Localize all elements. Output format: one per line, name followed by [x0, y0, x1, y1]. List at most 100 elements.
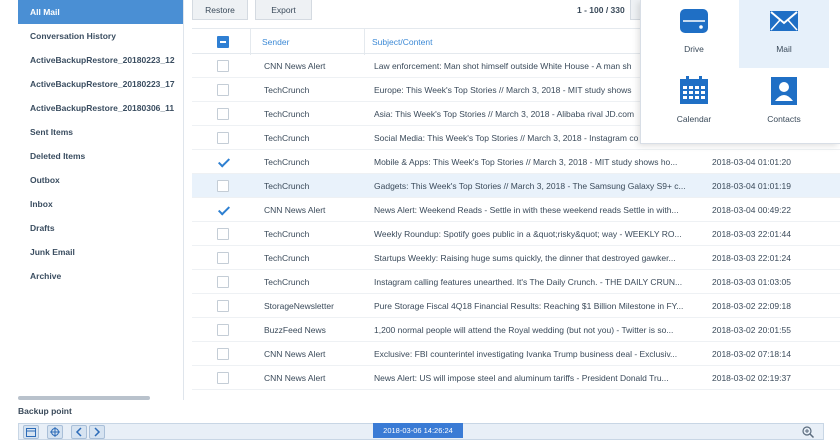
row-checkbox[interactable]	[217, 60, 229, 72]
date-cell: 2018-03-02 02:19:37	[712, 373, 791, 383]
mail-row[interactable]: TechCrunch Gadgets: This Week's Top Stori…	[192, 174, 840, 198]
date-cell: 2018-03-04 01:01:20	[712, 157, 791, 167]
mail-row[interactable]: TechCrunch Mobile & Apps: This Week's Top…	[192, 150, 840, 174]
sidebar-item-sent-items[interactable]: Sent Items	[18, 120, 183, 144]
timeline-next-button[interactable]	[89, 425, 105, 439]
date-cell: 2018-03-02 07:18:14	[712, 349, 791, 359]
row-checkbox[interactable]	[217, 372, 229, 384]
subject-column-header[interactable]: Subject/Content	[372, 29, 684, 55]
date-cell: 2018-03-02 22:09:18	[712, 301, 791, 311]
sidebar-item-junk-email[interactable]: Junk Email	[18, 240, 183, 264]
mail-row[interactable]: CNN News Alert News Alert: US will impose…	[192, 366, 840, 390]
contacts-icon	[771, 77, 797, 105]
backup-timeline[interactable]: 2018-03-06 14:26:24	[18, 423, 824, 440]
chevron-left-icon	[75, 427, 82, 437]
restore-button[interactable]: Restore	[192, 0, 248, 20]
calendar-small-icon	[26, 428, 36, 437]
sidebar-item-conversation-history[interactable]: Conversation History	[18, 24, 183, 48]
row-checkbox[interactable]	[217, 204, 229, 216]
subject-cell: Weekly Roundup: Spotify goes public in a…	[374, 229, 682, 239]
subject-cell: Pure Storage Fiscal 4Q18 Financial Resul…	[374, 301, 684, 311]
sender-cell: CNN News Alert	[264, 349, 326, 359]
row-checkbox[interactable]	[217, 180, 229, 192]
mail-row[interactable]: BuzzFeed News 1,200 normal people will at…	[192, 318, 840, 342]
sender-cell: TechCrunch	[264, 133, 310, 143]
select-all-checkbox[interactable]	[217, 36, 229, 48]
subject-cell: News Alert: Weekend Reads - Settle in wi…	[374, 205, 679, 215]
backup-point-label: Backup point	[18, 406, 72, 416]
row-checkbox[interactable]	[217, 132, 229, 144]
app-switcher-popup: Drive Mail Calendar Contacts	[640, 0, 840, 144]
target-icon	[50, 427, 60, 437]
sidebar-item-deleted-items[interactable]: Deleted Items	[18, 144, 183, 168]
subject-cell: Mobile & Apps: This Week's Top Stories /…	[374, 157, 678, 167]
sender-column-header[interactable]: Sender	[262, 29, 362, 55]
pagination-info: 1 - 100 / 330	[577, 5, 625, 15]
sidebar-item-activebackuprestore-20180223-12[interactable]: ActiveBackupRestore_20180223_12	[18, 48, 183, 72]
mail-tile[interactable]: Mail	[739, 0, 829, 68]
sidebar-item-outbox[interactable]: Outbox	[18, 168, 183, 192]
sender-cell: CNN News Alert	[264, 373, 326, 383]
sender-cell: TechCrunch	[264, 277, 310, 287]
mail-row[interactable]: StorageNewsletter Pure Storage Fiscal 4Q1…	[192, 294, 840, 318]
mail-label: Mail	[776, 44, 792, 54]
subject-cell: Instagram calling features unearthed. It…	[374, 277, 683, 287]
calendar-label: Calendar	[676, 114, 712, 124]
row-checkbox[interactable]	[217, 348, 229, 360]
row-checkbox[interactable]	[217, 276, 229, 288]
mail-row[interactable]: CNN News Alert Exclusive: FBI counterinte…	[192, 342, 840, 366]
sender-cell: TechCrunch	[264, 253, 310, 263]
contacts-label: Contacts	[767, 114, 801, 124]
timeline-prev-button[interactable]	[71, 425, 87, 439]
date-cell: 2018-03-03 22:01:24	[712, 253, 791, 263]
sender-cell: BuzzFeed News	[264, 325, 326, 335]
date-cell: 2018-03-02 20:01:55	[712, 325, 791, 335]
subject-cell: 1,200 normal people will attend the Roya…	[374, 325, 674, 335]
row-checkbox[interactable]	[217, 324, 229, 336]
sender-cell: CNN News Alert	[264, 205, 326, 215]
mail-icon	[770, 11, 798, 31]
calendar-icon	[680, 76, 708, 104]
mail-row[interactable]: TechCrunch Startups Weekly: Raising huge …	[192, 246, 840, 270]
row-checkbox[interactable]	[217, 156, 229, 168]
date-cell: 2018-03-03 01:03:05	[712, 277, 791, 287]
locate-button[interactable]	[47, 425, 63, 439]
sidebar-item-inbox[interactable]: Inbox	[18, 192, 183, 216]
row-checkbox[interactable]	[217, 300, 229, 312]
calendar-tile[interactable]: Calendar	[649, 70, 739, 138]
sender-cell: TechCrunch	[264, 109, 310, 119]
sidebar-item-activebackuprestore-20180306-11[interactable]: ActiveBackupRestore_20180306_11	[18, 96, 183, 120]
sidebar-item-archive[interactable]: Archive	[18, 264, 183, 288]
drive-tile[interactable]: Drive	[649, 0, 739, 68]
mail-row[interactable]: TechCrunch Instagram calling features une…	[192, 270, 840, 294]
contacts-tile[interactable]: Contacts	[739, 70, 829, 138]
chevron-right-icon	[94, 427, 101, 437]
row-checkbox[interactable]	[217, 84, 229, 96]
row-checkbox[interactable]	[217, 108, 229, 120]
subject-cell: Exclusive: FBI counterintel investigatin…	[374, 349, 678, 359]
sender-cell: TechCrunch	[264, 229, 310, 239]
row-checkbox[interactable]	[217, 228, 229, 240]
sidebar-scrollbar[interactable]	[18, 396, 150, 400]
sender-cell: TechCrunch	[264, 157, 310, 167]
drive-icon	[680, 9, 708, 33]
subject-cell: Gadgets: This Week's Top Stories // Marc…	[374, 181, 686, 191]
mail-row[interactable]: CNN News Alert News Alert: Weekend Reads …	[192, 198, 840, 222]
row-checkbox[interactable]	[217, 252, 229, 264]
zoom-in-icon[interactable]	[801, 425, 815, 439]
sender-cell: TechCrunch	[264, 85, 310, 95]
sidebar-item-all-mail[interactable]: All Mail	[18, 0, 183, 24]
current-backup-point[interactable]: 2018-03-06 14:26:24	[373, 423, 463, 438]
date-cell: 2018-03-04 01:01:19	[712, 181, 791, 191]
calendar-picker-button[interactable]	[23, 425, 39, 439]
sidebar-item-drafts[interactable]: Drafts	[18, 216, 183, 240]
sidebar-item-activebackuprestore-20180223-17[interactable]: ActiveBackupRestore_20180223_17	[18, 72, 183, 96]
sender-cell: CNN News Alert	[264, 61, 326, 71]
mail-row[interactable]: TechCrunch Weekly Roundup: Spotify goes p…	[192, 222, 840, 246]
date-cell: 2018-03-03 22:01:44	[712, 229, 791, 239]
subject-cell: Startups Weekly: Raising huge sums quick…	[374, 253, 676, 263]
drive-label: Drive	[684, 44, 704, 54]
date-cell: 2018-03-04 00:49:22	[712, 205, 791, 215]
subject-cell: News Alert: US will impose steel and alu…	[374, 373, 669, 383]
export-button[interactable]: Export	[255, 0, 312, 20]
